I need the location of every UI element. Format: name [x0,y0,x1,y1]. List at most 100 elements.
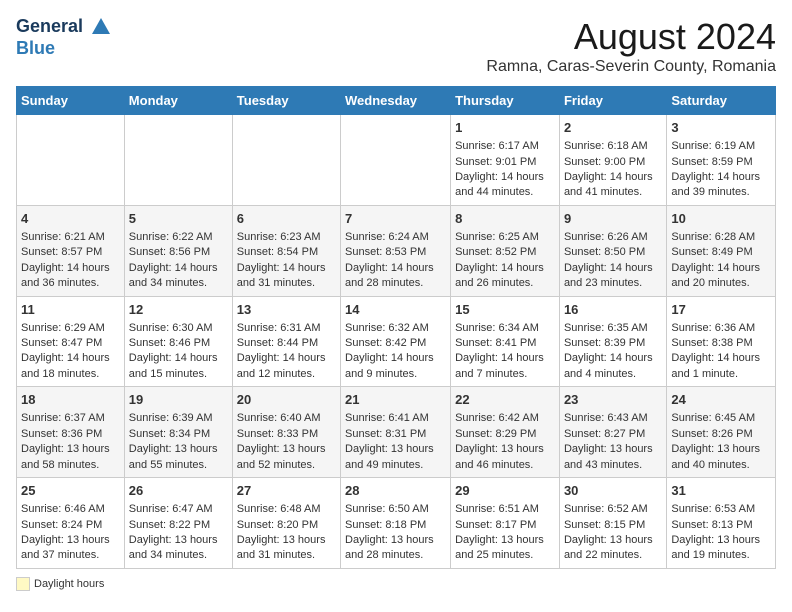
day-number: 18 [21,391,120,409]
calendar-week-row: 25Sunrise: 6:46 AMSunset: 8:24 PMDayligh… [17,478,776,569]
day-info: Sunrise: 6:29 AM [21,321,120,336]
day-info: Sunset: 8:36 PM [21,427,120,442]
day-info: Sunrise: 6:18 AM [564,139,662,154]
calendar-cell: 19Sunrise: 6:39 AMSunset: 8:34 PMDayligh… [124,387,232,478]
day-info: Daylight: 14 hours and 28 minutes. [345,261,446,292]
day-info: Daylight: 13 hours and 37 minutes. [21,533,120,564]
logo-icon [90,16,112,38]
calendar-cell: 4 Sunrise: 6:21 AMSunset: 8:57 PMDaylight… [17,205,125,296]
day-info: Daylight: 13 hours and 52 minutes. [237,442,336,473]
day-info: Daylight: 13 hours and 49 minutes. [345,442,446,473]
day-info: Sunset: 8:46 PM [129,336,228,351]
day-info: Sunrise: 6:46 AM [21,502,120,517]
calendar-cell [124,115,232,206]
legend: Daylight hours [16,577,776,591]
day-info: Sunrise: 6:37 AM [21,411,120,426]
day-number: 25 [21,482,120,500]
day-info: Sunset: 8:31 PM [345,427,446,442]
page-header: General Blue August 2024 Ramna, Caras-Se… [16,16,776,76]
day-number: 10 [671,210,771,228]
day-info: Sunset: 8:33 PM [237,427,336,442]
day-number: 6 [237,210,336,228]
day-info: Sunset: 8:34 PM [129,427,228,442]
calendar-day-header: Saturday [667,87,776,115]
calendar-cell: 6Sunrise: 6:23 AMSunset: 8:54 PMDaylight… [232,205,340,296]
day-info: Daylight: 13 hours and 19 minutes. [671,533,771,564]
day-number: 11 [21,301,120,319]
calendar-header-row: SundayMondayTuesdayWednesdayThursdayFrid… [17,87,776,115]
calendar-cell: 28Sunrise: 6:50 AMSunset: 8:18 PMDayligh… [341,478,451,569]
day-number: 13 [237,301,336,319]
calendar-cell: 7Sunrise: 6:24 AMSunset: 8:53 PMDaylight… [341,205,451,296]
calendar-cell: 24Sunrise: 6:45 AMSunset: 8:26 PMDayligh… [667,387,776,478]
day-number: 8 [455,210,555,228]
day-info: Sunset: 8:24 PM [21,518,120,533]
day-info: Daylight: 14 hours and 15 minutes. [129,351,228,382]
day-number: 23 [564,391,662,409]
calendar-cell [17,115,125,206]
day-info: Sunrise: 6:30 AM [129,321,228,336]
day-info: Daylight: 14 hours and 41 minutes. [564,170,662,201]
day-info: Sunset: 8:22 PM [129,518,228,533]
day-info: Daylight: 13 hours and 43 minutes. [564,442,662,473]
day-info: Sunrise: 6:31 AM [237,321,336,336]
day-info: Daylight: 14 hours and 12 minutes. [237,351,336,382]
calendar-cell: 13 Sunrise: 6:31 AMSunset: 8:44 PMDayligh… [232,296,340,387]
day-info: Daylight: 13 hours and 25 minutes. [455,533,555,564]
day-info: Sunrise: 6:34 AM [455,321,555,336]
legend-daylight-label: Daylight hours [34,578,104,590]
calendar-cell: 17Sunrise: 6:36 AMSunset: 8:38 PMDayligh… [667,296,776,387]
calendar-cell: 3Sunrise: 6:19 AMSunset: 8:59 PMDaylight… [667,115,776,206]
day-number: 1 [455,119,555,137]
day-info: Sunrise: 6:21 AM [21,230,120,245]
day-info: Sunset: 8:17 PM [455,518,555,533]
day-number: 28 [345,482,446,500]
calendar-day-header: Friday [559,87,666,115]
day-info: Sunset: 8:59 PM [671,155,771,170]
day-info: Sunset: 8:13 PM [671,518,771,533]
day-info: Sunset: 8:38 PM [671,336,771,351]
legend-daylight: Daylight hours [16,577,104,591]
day-info: Daylight: 13 hours and 22 minutes. [564,533,662,564]
month-title: August 2024 [486,16,776,58]
day-number: 24 [671,391,771,409]
day-info: Sunrise: 6:25 AM [455,230,555,245]
day-info: Sunset: 8:39 PM [564,336,662,351]
day-number: 5 [129,210,228,228]
day-info: Daylight: 14 hours and 9 minutes. [345,351,446,382]
day-info: Sunset: 8:57 PM [21,245,120,260]
day-number: 31 [671,482,771,500]
day-info: Daylight: 14 hours and 36 minutes. [21,261,120,292]
day-info: Sunrise: 6:26 AM [564,230,662,245]
calendar-cell: 30Sunrise: 6:52 AMSunset: 8:15 PMDayligh… [559,478,666,569]
calendar-cell: 10Sunrise: 6:28 AMSunset: 8:49 PMDayligh… [667,205,776,296]
day-number: 7 [345,210,446,228]
day-info: Sunrise: 6:53 AM [671,502,771,517]
day-number: 29 [455,482,555,500]
logo-line1: General [16,16,112,38]
day-info: Sunrise: 6:19 AM [671,139,771,154]
day-info: Sunset: 8:27 PM [564,427,662,442]
day-info: Daylight: 14 hours and 26 minutes. [455,261,555,292]
calendar-week-row: 11Sunrise: 6:29 AMSunset: 8:47 PMDayligh… [17,296,776,387]
calendar-week-row: 4Sunrise: 6:21 AMSunset: 8:57 PMDaylight… [17,205,776,296]
legend-daylight-box [16,577,30,591]
calendar-day-header: Thursday [451,87,560,115]
day-info: Sunset: 8:20 PM [237,518,336,533]
day-number: 4 [21,210,120,228]
day-info: Daylight: 14 hours and 7 minutes. [455,351,555,382]
calendar-cell [341,115,451,206]
calendar-day-header: Tuesday [232,87,340,115]
calendar-cell: 21Sunrise: 6:41 AMSunset: 8:31 PMDayligh… [341,387,451,478]
day-info: Daylight: 14 hours and 20 minutes. [671,261,771,292]
day-number: 15 [455,301,555,319]
day-info: Sunrise: 6:35 AM [564,321,662,336]
day-info: Sunset: 8:42 PM [345,336,446,351]
day-number: 16 [564,301,662,319]
day-info: Sunrise: 6:50 AM [345,502,446,517]
day-info: Sunset: 8:44 PM [237,336,336,351]
location-subtitle: Ramna, Caras-Severin County, Romania [486,58,776,76]
calendar-cell: 14Sunrise: 6:32 AMSunset: 8:42 PMDayligh… [341,296,451,387]
calendar-cell: 16Sunrise: 6:35 AMSunset: 8:39 PMDayligh… [559,296,666,387]
calendar-cell: 29Sunrise: 6:51 AMSunset: 8:17 PMDayligh… [451,478,560,569]
